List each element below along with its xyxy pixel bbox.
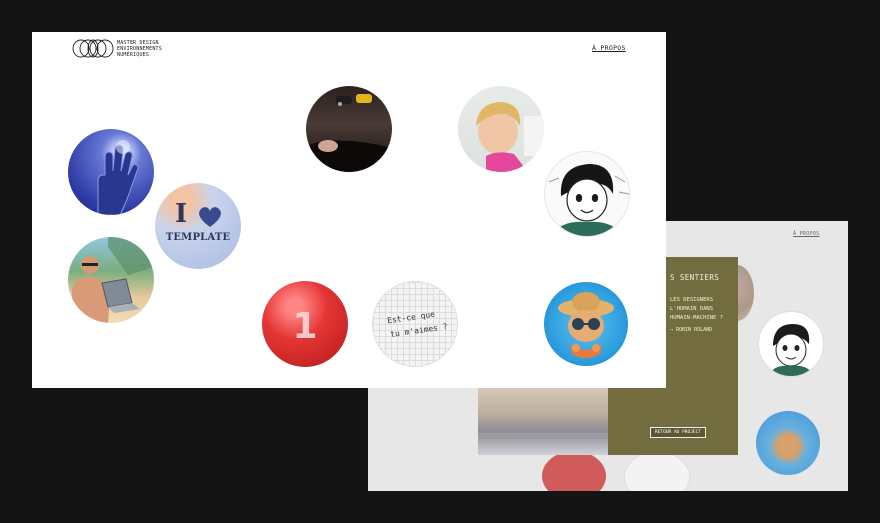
cartoon-boy-image bbox=[548, 164, 629, 236]
project-circle-red-one[interactable]: 1 bbox=[262, 281, 348, 367]
one-digit: 1 bbox=[292, 306, 317, 347]
note-line: tu m'aimes ? bbox=[389, 322, 449, 339]
man-laptop-image bbox=[72, 237, 154, 323]
back-circle-boy bbox=[758, 311, 824, 377]
cars-image bbox=[306, 94, 392, 172]
back-circle-cat bbox=[756, 411, 820, 475]
panel-line: L'HUMAIN DANS bbox=[670, 306, 714, 312]
hand-image bbox=[97, 140, 139, 215]
project-circle-man-laptop[interactable] bbox=[68, 237, 154, 323]
project-circle-template[interactable]: I TEMPLATE bbox=[155, 183, 241, 269]
logo-rings-icon[interactable] bbox=[72, 39, 114, 58]
heart-icon bbox=[199, 207, 221, 227]
back-project-photo bbox=[478, 387, 608, 455]
project-circle-child[interactable] bbox=[458, 86, 544, 172]
back-to-project-button[interactable]: RETOUR AU PROJECT bbox=[650, 427, 707, 438]
note-line: Est-ce que bbox=[386, 309, 436, 326]
about-link[interactable]: À PROPOS bbox=[592, 44, 626, 52]
panel-line: HUMAIN-MACHINE ? bbox=[670, 315, 723, 321]
logo-text: NUMÉRIQUES bbox=[117, 52, 150, 58]
cat-image bbox=[558, 292, 614, 358]
back-about-link[interactable]: À PROPOS bbox=[793, 231, 819, 237]
project-circle-note[interactable]: Est-ce que tu m'aimes ? bbox=[372, 281, 458, 367]
project-circle-hand[interactable] bbox=[68, 129, 154, 215]
project-circle-cartoon-boy[interactable] bbox=[544, 151, 630, 237]
panel-line: LES DESIGNERS bbox=[670, 297, 714, 303]
back-circle-red bbox=[542, 451, 606, 491]
panel-author: → ROBIN ROLAND bbox=[670, 327, 713, 333]
project-circle-cars[interactable] bbox=[306, 86, 392, 172]
main-screen: MASTER DESIGN ENVIRONNEMENTS NUMÉRIQUES … bbox=[32, 32, 666, 388]
back-circle-note bbox=[624, 451, 690, 491]
panel-title: S SENTIERS bbox=[670, 273, 720, 282]
template-word: TEMPLATE bbox=[165, 232, 231, 243]
balloon-one-image: 1 bbox=[292, 306, 317, 347]
child-image bbox=[476, 102, 544, 172]
project-circle-cat[interactable] bbox=[544, 282, 628, 366]
